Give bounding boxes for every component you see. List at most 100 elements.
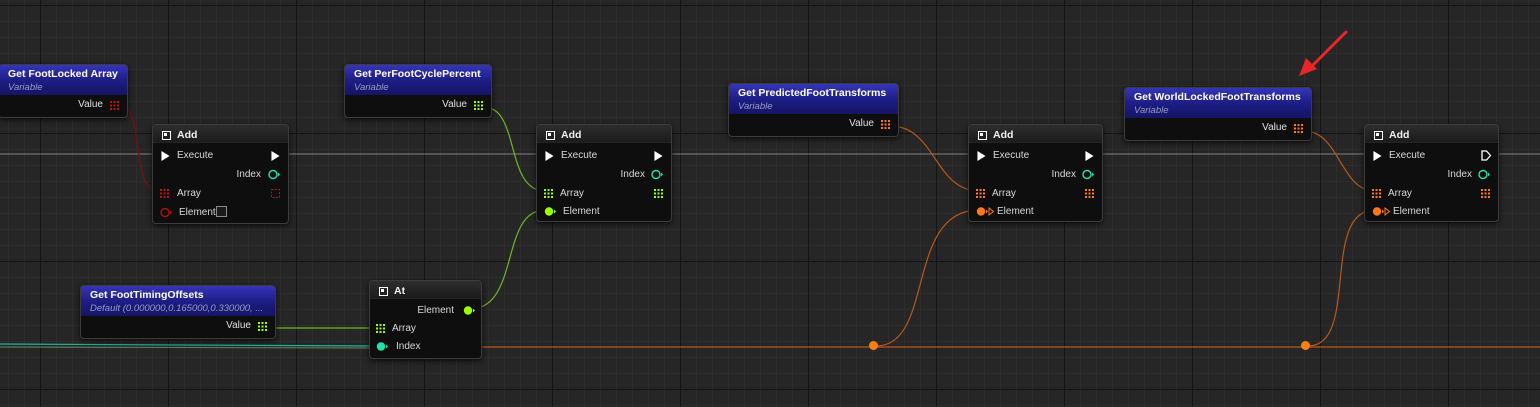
node-get-predicted-foot-transforms[interactable]: Get PredictedFootTransforms Variable Val… <box>728 83 899 137</box>
int-out-pin-icon[interactable] <box>1082 169 1094 180</box>
execute-label: Execute <box>993 150 1030 161</box>
node-subtitle: Variable <box>1134 105 1169 116</box>
index-wire-teal <box>0 343 379 347</box>
float-array-out-pin-icon[interactable] <box>654 189 663 198</box>
int-out-pin-icon[interactable] <box>651 169 663 180</box>
node-title: Get PerFootCyclePercent <box>354 68 481 80</box>
element-label: Element <box>179 207 216 218</box>
element-label: Element <box>563 206 600 217</box>
exec-in-pin-icon[interactable] <box>545 151 554 161</box>
node-title: Get PredictedFootTransforms <box>738 87 887 99</box>
node-header: Get WorldLockedFootTransforms Variable <box>1125 88 1311 118</box>
node-add-2[interactable]: Add Execute Index Array Element <box>536 124 672 222</box>
function-icon <box>162 130 171 140</box>
node-title: Get FootTimingOffsets <box>90 289 204 301</box>
exec-out-pin-icon[interactable] <box>654 151 663 161</box>
value-pin-label: Value <box>226 320 251 331</box>
node-header: Add <box>537 125 671 143</box>
array-label: Array <box>177 188 201 199</box>
int-in-pin-icon[interactable] <box>376 341 388 352</box>
node-header: Get FootTimingOffsets Default (0.000000,… <box>81 286 275 316</box>
node-get-per-foot-cycle-percent[interactable]: Get PerFootCyclePercent Variable Value <box>344 64 492 118</box>
transform-array-pin-icon[interactable] <box>1294 124 1303 133</box>
transform-array-in-pin-icon[interactable] <box>976 189 985 198</box>
node-title: Add <box>561 129 582 141</box>
int-out-pin-icon[interactable] <box>268 169 280 180</box>
exec-out-pin-icon[interactable] <box>1481 150 1491 161</box>
index-label: Index <box>620 169 645 180</box>
reroute-node[interactable] <box>1301 341 1310 350</box>
exec-in-pin-icon[interactable] <box>977 151 986 161</box>
float-array-in-pin-icon[interactable] <box>544 189 553 198</box>
array-label: Array <box>992 188 1016 199</box>
bool-array-pin-icon[interactable] <box>110 101 119 110</box>
bool-in-pin-icon[interactable] <box>160 207 172 218</box>
index-label: Index <box>1051 169 1076 180</box>
node-header: Get PerFootCyclePercent Variable <box>345 65 491 95</box>
execute-label: Execute <box>1389 150 1426 161</box>
float-in-pin-icon[interactable] <box>544 206 556 217</box>
node-title: Get FootLocked Array <box>8 68 118 80</box>
transform-array-out-pin-icon[interactable] <box>1481 189 1490 198</box>
reroute-node[interactable] <box>869 341 878 350</box>
node-add-1[interactable]: Add Execute Index Array Element <box>152 124 289 224</box>
node-title: At <box>394 285 406 297</box>
exec-out-pin-icon[interactable] <box>1085 151 1094 161</box>
element-label: Element <box>417 305 454 316</box>
float-array-in-pin-icon[interactable] <box>376 324 385 333</box>
index-wire-green <box>0 346 379 349</box>
transform-array-in-pin-icon[interactable] <box>1372 189 1381 198</box>
node-title: Get WorldLockedFootTransforms <box>1134 91 1301 103</box>
bool-array-in-pin-icon[interactable] <box>160 189 169 198</box>
exec-out-pin-icon[interactable] <box>271 151 280 161</box>
node-add-4[interactable]: Add Execute Index Array Element <box>1364 124 1499 222</box>
array-label: Array <box>560 188 584 199</box>
function-icon <box>546 130 555 140</box>
node-add-3[interactable]: Add Execute Index Array Element <box>968 124 1103 222</box>
node-title: Add <box>993 129 1014 141</box>
int-out-pin-icon[interactable] <box>1478 169 1490 180</box>
element-label: Element <box>1393 206 1430 217</box>
value-pin-label: Value <box>849 118 874 129</box>
value-pin-label: Value <box>78 99 103 110</box>
node-subtitle: Variable <box>8 82 43 93</box>
node-title: Add <box>1389 129 1410 141</box>
function-icon <box>978 130 987 140</box>
node-header: At <box>370 281 481 299</box>
execute-label: Execute <box>561 150 598 161</box>
function-icon <box>1374 130 1383 140</box>
transform-element-wire-2 <box>1307 209 1376 347</box>
index-label: Index <box>396 341 421 352</box>
transform-element-wire-1 <box>875 209 980 347</box>
transform-in-pin-icon[interactable] <box>976 206 994 217</box>
float-array-pin-icon[interactable] <box>474 101 483 110</box>
float-array-pin-icon[interactable] <box>258 322 267 331</box>
transform-in-pin-icon[interactable] <box>1372 206 1390 217</box>
node-header: Add <box>153 125 288 143</box>
transform-wire-predicted <box>890 125 980 192</box>
node-get-world-locked-foot-transforms[interactable]: Get WorldLockedFootTransforms Variable V… <box>1124 87 1312 141</box>
execute-label: Execute <box>177 150 214 161</box>
node-get-foot-locked-array[interactable]: Get FootLocked Array Variable Value <box>0 64 128 118</box>
node-header: Get FootLocked Array Variable <box>0 65 127 95</box>
float-out-pin-icon[interactable] <box>463 305 475 316</box>
value-pin-label: Value <box>1262 122 1287 133</box>
index-label: Index <box>1447 169 1472 180</box>
element-label: Element <box>997 206 1034 217</box>
node-at[interactable]: At Element Array Index <box>369 280 482 359</box>
exec-in-pin-icon[interactable] <box>1373 151 1382 161</box>
function-icon <box>379 286 388 296</box>
node-title: Add <box>177 129 198 141</box>
transform-array-out-pin-icon[interactable] <box>1085 189 1094 198</box>
node-subtitle: Variable <box>354 82 389 93</box>
node-subtitle: Variable <box>738 101 773 112</box>
array-label: Array <box>1388 188 1412 199</box>
transform-array-pin-icon[interactable] <box>881 120 890 129</box>
element-checkbox[interactable] <box>216 206 227 217</box>
node-get-foot-timing-offsets[interactable]: Get FootTimingOffsets Default (0.000000,… <box>80 285 276 339</box>
exec-in-pin-icon[interactable] <box>161 151 170 161</box>
node-header: Add <box>1365 125 1498 143</box>
array-label: Array <box>392 323 416 334</box>
bool-array-out-pin-icon[interactable] <box>271 189 280 198</box>
node-header: Get PredictedFootTransforms Variable <box>729 84 898 114</box>
